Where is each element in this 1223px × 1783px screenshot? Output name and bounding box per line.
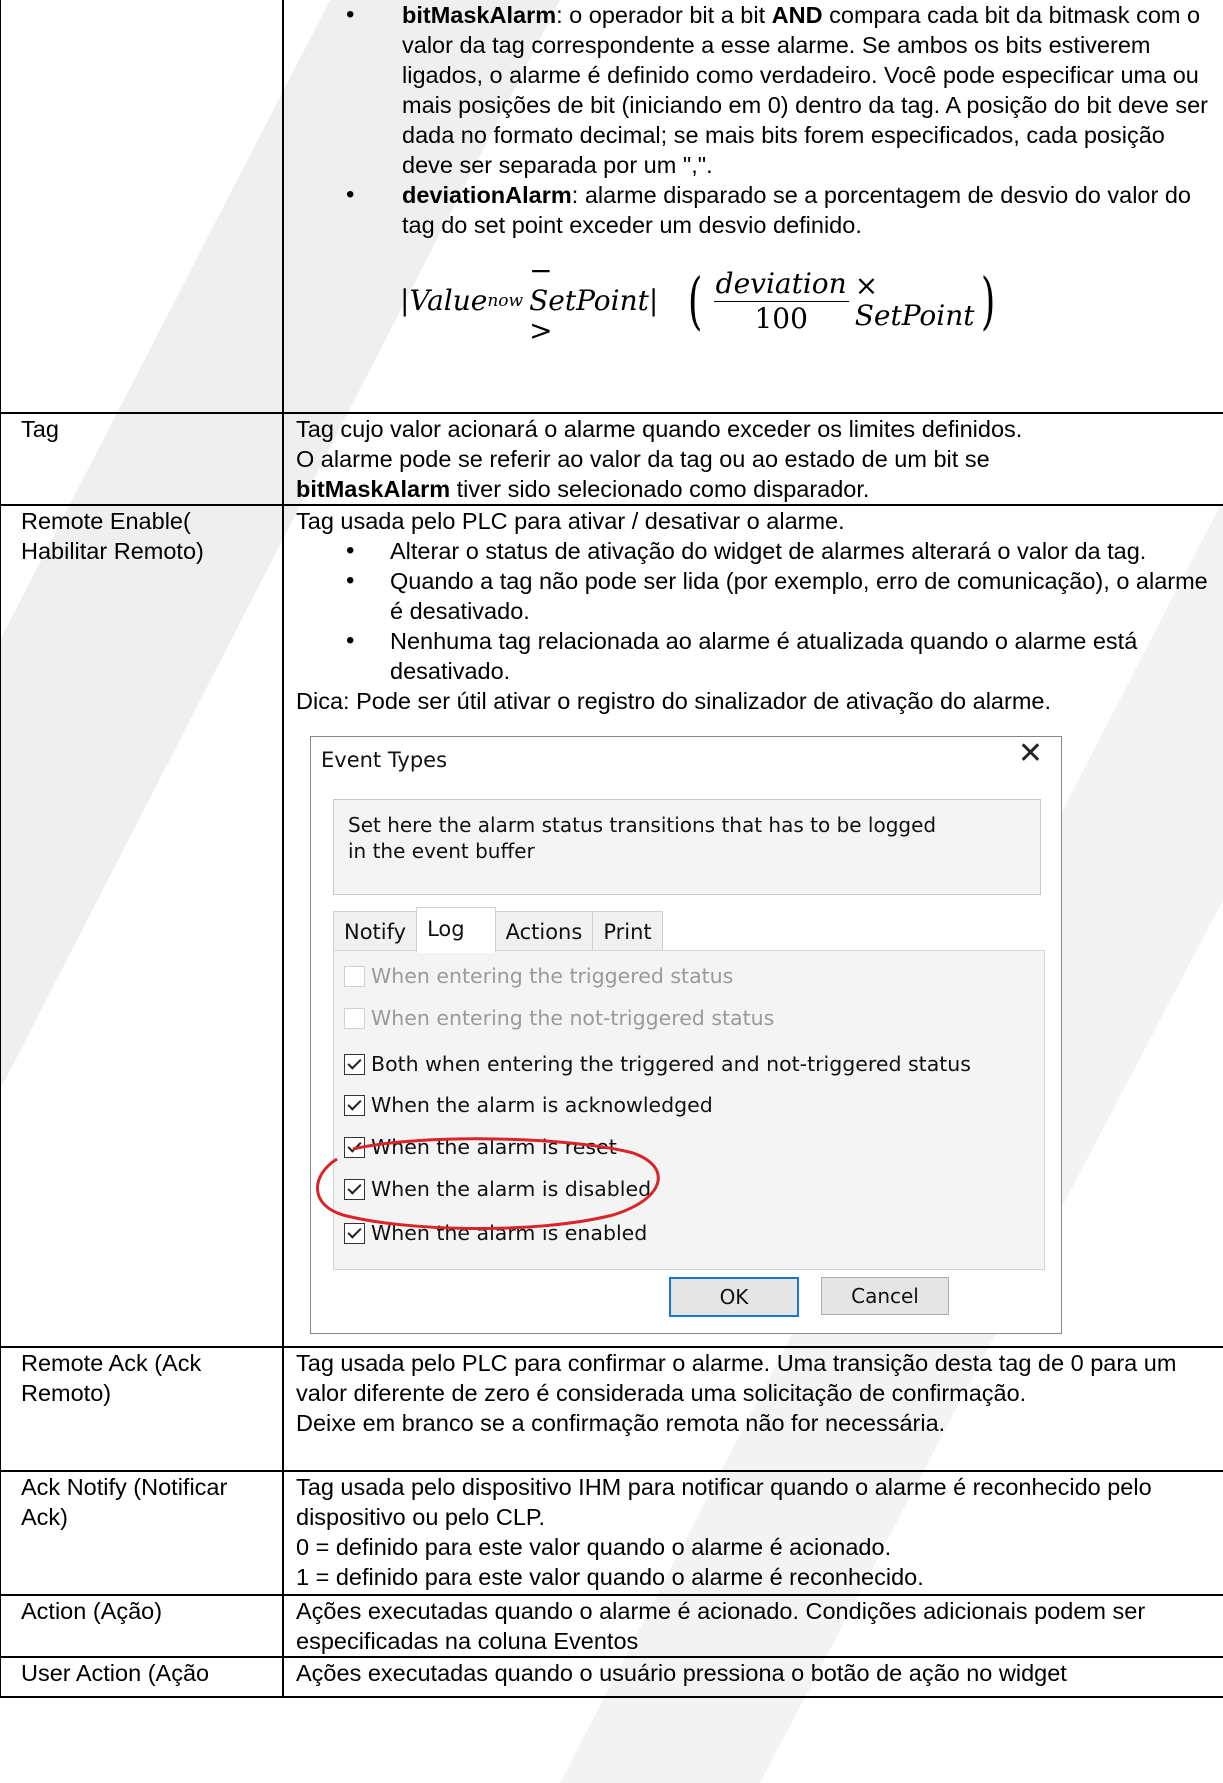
ok-button[interactable]: OK bbox=[669, 1277, 799, 1317]
event-types-dialog: Event Types ✕ Set here the alarm status … bbox=[310, 736, 1062, 1334]
text-line: bitMaskAlarm tiver sido selecionado como… bbox=[296, 474, 1219, 504]
deviation-formula: | Value now − SetPoint| > ( deviation 100 … bbox=[400, 252, 1000, 350]
row-label: Ack Notify (Notificar Ack) bbox=[0, 1470, 284, 1596]
table-row-ack-notify: Ack Notify (Notificar Ack) Tag usada pel… bbox=[0, 1470, 1223, 1596]
row-label: Action (Ação) bbox=[0, 1594, 284, 1658]
tab-bar: Notify Log Actions Print bbox=[333, 907, 663, 953]
properties-table: bitMaskAlarm: o operador bit a bit AND c… bbox=[0, 0, 1223, 1698]
paren-close: ) bbox=[980, 264, 996, 337]
option-label: When entering the not-triggered status bbox=[371, 1006, 775, 1030]
option-triggered[interactable]: When entering the triggered status bbox=[344, 961, 733, 991]
log-tab-panel: When entering the triggered status When … bbox=[333, 950, 1045, 1270]
checkbox[interactable] bbox=[344, 1007, 365, 1029]
tab-notify[interactable]: Notify bbox=[333, 911, 418, 951]
list-item-bitmask: bitMaskAlarm: o operador bit a bit AND c… bbox=[296, 0, 1219, 180]
text-line: O alarme pode se referir ao valor da tag… bbox=[296, 446, 990, 472]
row-label: Remote Ack (Ack Remoto) bbox=[0, 1346, 284, 1472]
formula-value: Value bbox=[409, 284, 488, 317]
row-description: Tag usada pelo PLC para confirmar o alar… bbox=[282, 1346, 1223, 1472]
text: : o operador bit a bit bbox=[556, 2, 772, 28]
formula-numerator: deviation bbox=[713, 266, 849, 302]
list-item: Quando a tag não pode ser lida (por exem… bbox=[296, 566, 1219, 626]
table-row-remote-ack: Remote Ack (Ack Remoto) Tag usada pelo P… bbox=[0, 1346, 1223, 1472]
text: compara cada bit da bitmask com o valor … bbox=[402, 2, 1208, 178]
option-not-triggered[interactable]: When entering the not-triggered status bbox=[344, 1003, 774, 1033]
row-label: Remote Enable( Habilitar Remoto) bbox=[0, 504, 284, 1348]
description-box: Set here the alarm status transitions th… bbox=[333, 799, 1041, 895]
table-row-action: Action (Ação) Ações executadas quando o … bbox=[0, 1594, 1223, 1658]
option-label: When the alarm is acknowledged bbox=[371, 1093, 713, 1117]
remote-enable-list: Alterar o status de ativação do widget d… bbox=[296, 536, 1219, 686]
list-item: Nenhuma tag relacionada ao alarme é atua… bbox=[296, 626, 1219, 686]
term-bitmaskalarm: bitMaskAlarm bbox=[296, 476, 451, 502]
tab-actions[interactable]: Actions bbox=[494, 911, 594, 951]
tab-log[interactable]: Log bbox=[416, 907, 496, 953]
formula-minus: − SetPoint| > bbox=[529, 254, 659, 347]
close-icon[interactable]: ✕ bbox=[1018, 739, 1043, 769]
option-label: When the alarm is enabled bbox=[371, 1221, 648, 1245]
formula-fraction: deviation 100 bbox=[713, 266, 849, 336]
table-row-user-action: User Action (Ação Ações executadas quand… bbox=[0, 1656, 1223, 1698]
formula-times: × SetPoint bbox=[854, 269, 975, 332]
checkbox[interactable] bbox=[344, 1222, 365, 1244]
checkbox[interactable] bbox=[344, 965, 365, 987]
formula-sub: now bbox=[487, 291, 524, 311]
alarm-type-list: bitMaskAlarm: o operador bit a bit AND c… bbox=[296, 0, 1219, 240]
row-description: Tag usada pelo dispositivo IHM para noti… bbox=[282, 1470, 1223, 1596]
formula-denominator: 100 bbox=[754, 301, 808, 335]
row-description: Ações executadas quando o usuário pressi… bbox=[282, 1656, 1223, 1698]
tip-text: Dica: Pode ser útil ativar o registro do… bbox=[296, 688, 1051, 714]
term-bitmaskalarm: bitMaskAlarm bbox=[402, 2, 557, 28]
table-row-remote-enable: Remote Enable( Habilitar Remoto) Tag usa… bbox=[0, 504, 1223, 1348]
row-label-empty bbox=[0, 0, 284, 414]
option-both[interactable]: Both when entering the triggered and not… bbox=[344, 1049, 971, 1079]
checkbox[interactable] bbox=[344, 1053, 365, 1075]
text-line: 0 = definido para este valor quando o al… bbox=[296, 1534, 892, 1560]
table-row-alarm-types: bitMaskAlarm: o operador bit a bit AND c… bbox=[0, 0, 1223, 414]
description-text: Set here the alarm status transitions th… bbox=[348, 813, 937, 863]
checkbox[interactable] bbox=[344, 1094, 365, 1116]
option-acknowledged[interactable]: When the alarm is acknowledged bbox=[344, 1090, 713, 1120]
option-label: When the alarm is disabled bbox=[371, 1177, 652, 1201]
term-deviationalarm: deviationAlarm bbox=[402, 182, 572, 208]
row-label: User Action (Ação bbox=[0, 1656, 284, 1698]
text-line: Tag cujo valor acionará o alarme quando … bbox=[296, 416, 1023, 442]
option-disabled[interactable]: When the alarm is disabled bbox=[344, 1174, 651, 1204]
text-line: Tag usada pelo PLC para confirmar o alar… bbox=[296, 1350, 1177, 1406]
row-label: Tag bbox=[0, 412, 284, 506]
checkbox[interactable] bbox=[344, 1178, 365, 1200]
paren-open: ( bbox=[688, 264, 703, 337]
option-label: When the alarm is reset bbox=[371, 1135, 617, 1159]
text-line: Tag usada pelo dispositivo IHM para noti… bbox=[296, 1474, 1152, 1530]
row-description: bitMaskAlarm: o operador bit a bit AND c… bbox=[282, 0, 1223, 414]
cancel-button[interactable]: Cancel bbox=[821, 1277, 949, 1315]
option-label: Both when entering the triggered and not… bbox=[371, 1052, 971, 1076]
event-types-screenshot: Event Types ✕ Set here the alarm status … bbox=[308, 732, 1068, 1336]
term-and: AND bbox=[771, 2, 823, 28]
formula-abs-open: | bbox=[400, 284, 410, 317]
row-description: Tag cujo valor acionará o alarme quando … bbox=[282, 412, 1223, 506]
row-description: Tag usada pelo PLC para ativar / desativ… bbox=[282, 504, 1223, 1348]
option-enabled[interactable]: When the alarm is enabled bbox=[344, 1218, 647, 1248]
row-description: Ações executadas quando o alarme é acion… bbox=[282, 1594, 1223, 1658]
option-reset[interactable]: When the alarm is reset bbox=[344, 1132, 617, 1162]
option-label: When entering the triggered status bbox=[371, 964, 734, 988]
list-item: Alterar o status de ativação do widget d… bbox=[296, 536, 1219, 566]
list-item-deviation: deviationAlarm: alarme disparado se a po… bbox=[296, 180, 1219, 240]
table-row-tag: Tag Tag cujo valor acionará o alarme qua… bbox=[0, 412, 1223, 506]
dialog-title: Event Types bbox=[321, 748, 448, 772]
text: tiver sido selecionado como disparador. bbox=[450, 476, 870, 502]
checkbox[interactable] bbox=[344, 1136, 365, 1158]
tab-print[interactable]: Print bbox=[592, 911, 663, 951]
text-line: 1 = definido para este valor quando o al… bbox=[296, 1564, 924, 1590]
text-line: Deixe em branco se a confirmação remota … bbox=[296, 1410, 946, 1436]
text-line: Tag usada pelo PLC para ativar / desativ… bbox=[296, 508, 845, 534]
